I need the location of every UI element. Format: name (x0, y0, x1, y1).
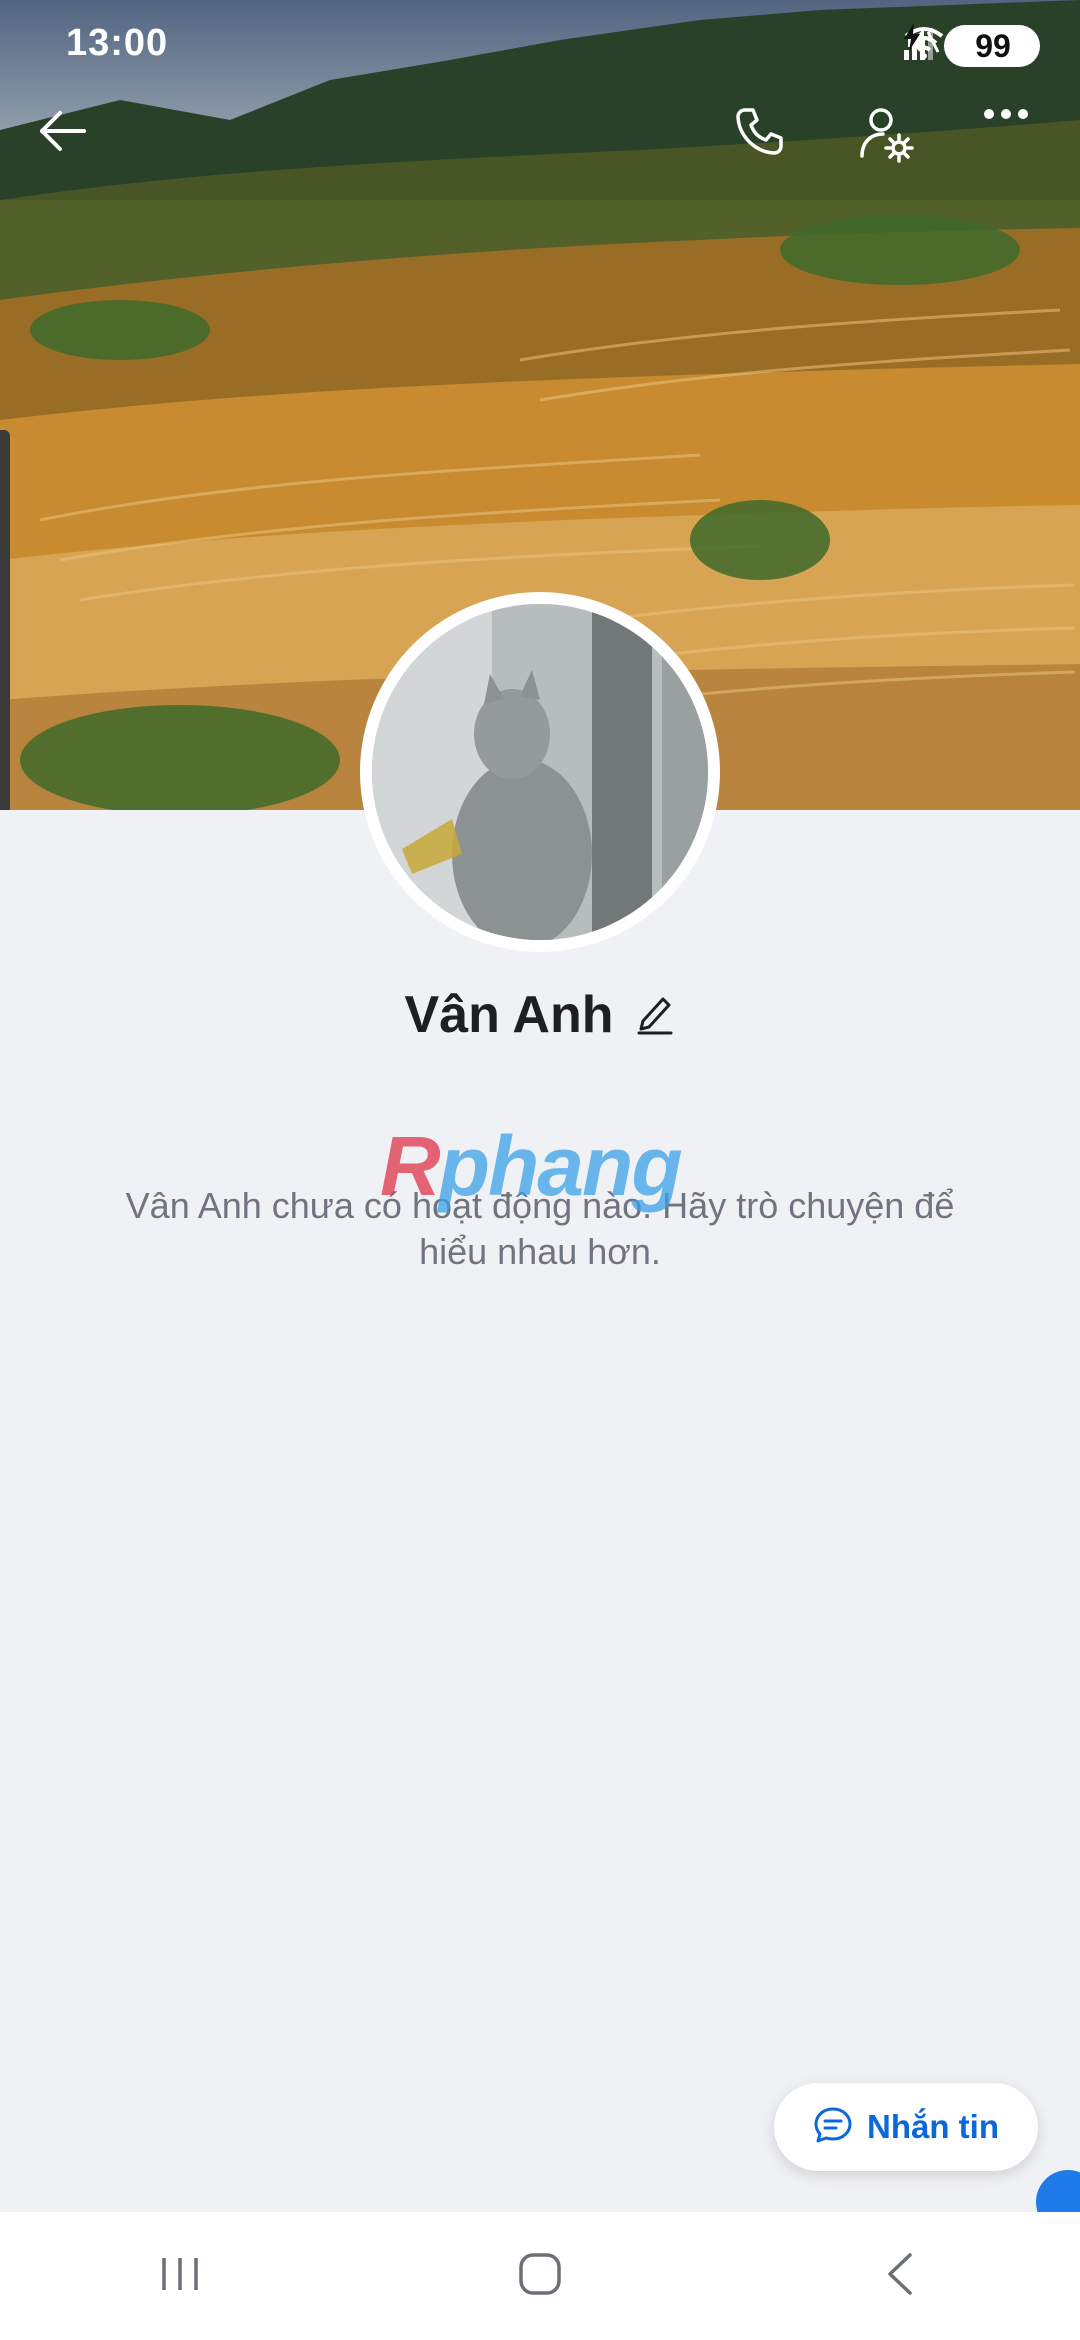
home-button[interactable] (480, 2226, 600, 2326)
back-button[interactable] (36, 104, 108, 176)
send-message-button[interactable]: Nhắn tin (774, 2083, 1038, 2171)
recent-apps-icon (158, 2254, 202, 2299)
avatar-frame[interactable] (360, 592, 720, 952)
chat-bubble-icon (813, 2105, 853, 2150)
profile-name-row: Vân Anh (0, 985, 1080, 1045)
send-message-label: Nhắn tin (867, 2108, 999, 2145)
edge-panel-handle[interactable] (0, 430, 10, 810)
status-time: 13:00 (66, 22, 169, 64)
battery-indicator: 99 (904, 23, 1040, 67)
profile-settings-button[interactable] (857, 104, 929, 176)
home-icon (517, 2251, 563, 2302)
call-button[interactable] (731, 104, 803, 176)
status-icons: 99 (902, 22, 1040, 70)
nav-back-button[interactable] (840, 2226, 960, 2326)
battery-level: 99 (975, 27, 1011, 64)
more-options-button[interactable] (981, 104, 1053, 176)
recent-apps-button[interactable] (120, 2226, 240, 2326)
edit-name-button[interactable] (635, 991, 675, 1040)
nav-back-icon (882, 2251, 918, 2302)
pencil-icon (635, 997, 675, 1039)
system-navigation-bar (0, 2212, 1080, 2340)
watermark-logo: Rphang (380, 1119, 683, 1213)
profile-screen: 13:00 99 Vân Anh Vân Anh chưa có hoạt độ… (0, 0, 1080, 2340)
avatar[interactable] (372, 604, 708, 940)
profile-name: Vân Anh (404, 986, 614, 1044)
avatar-cat-art (372, 604, 708, 940)
